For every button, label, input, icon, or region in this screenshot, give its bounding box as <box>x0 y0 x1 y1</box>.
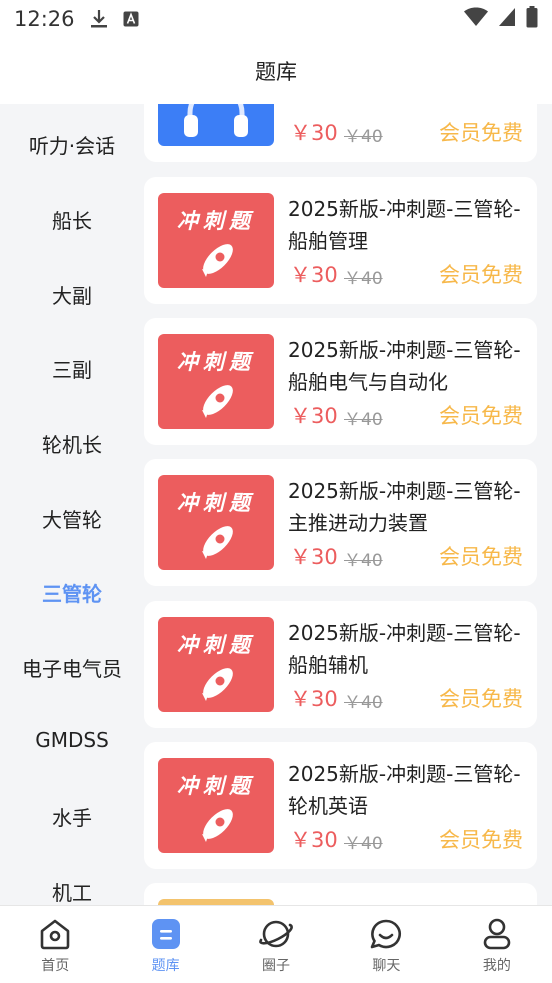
sidebar-item-eto[interactable]: 电子电气员 <box>0 653 144 682</box>
page-title: 题库 <box>255 60 297 84</box>
member-free-label: 会员免费 <box>439 828 523 852</box>
thumbnail-caption: 冲刺题 <box>177 490 255 515</box>
tab-label: 聊天 <box>372 958 401 974</box>
status-time: 12:26 <box>14 7 75 31</box>
tab-label: 圈子 <box>262 958 291 974</box>
course-thumbnail: 冲刺题 <box>158 758 274 853</box>
chat-icon <box>371 919 402 949</box>
course-price: ￥30 <box>290 121 338 145</box>
course-price: ￥30 <box>290 828 338 852</box>
sidebar-item-third-engineer[interactable]: 三管轮 <box>0 578 144 607</box>
sidebar-item-chief-mate[interactable]: 大副 <box>0 280 144 309</box>
course-original-price: ￥40 <box>344 551 383 571</box>
sidebar-item-gmdss[interactable]: GMDSS <box>0 728 144 752</box>
course-title: 2025新版-冲刺题-三管轮-船舶管理 <box>288 197 521 253</box>
battery-icon <box>526 6 538 32</box>
course-title: 2025新版-冲刺题-三管轮-船舶电气与自动化 <box>288 338 521 394</box>
course-price: ￥30 <box>290 545 338 569</box>
course-thumbnail: 冲刺题 <box>158 617 274 712</box>
thumbnail-caption: 冲刺题 <box>177 632 255 657</box>
course-original-price: ￥40 <box>344 410 383 430</box>
member-free-label: 会员免费 <box>439 121 523 145</box>
sidebar-item-motorman[interactable]: 机工 <box>0 877 144 905</box>
course-thumbnail <box>158 104 274 146</box>
bottom-tab-bar: 首页 题库 圈子 聊天 我的 <box>0 905 552 983</box>
course-card[interactable]: ￥30 ￥40 会员免费 <box>144 104 537 162</box>
course-card[interactable]: 冲刺题 2025新版-冲刺题-三管轮-主推进动力装置 ￥30 ￥40 会员免费 <box>144 459 537 586</box>
member-free-label: 会员免费 <box>439 687 523 711</box>
course-thumbnail: 冲刺题 <box>158 193 274 288</box>
course-card[interactable]: 冲刺题 2025新版-冲刺题-三管轮-船舶电气与自动化 ￥30 ￥40 会员免费 <box>144 318 537 445</box>
course-card[interactable] <box>144 883 537 905</box>
rocket-icon <box>202 809 233 842</box>
tab-label: 题库 <box>151 958 180 974</box>
course-title: 2025新版-冲刺题-三管轮-船舶辅机 <box>288 621 521 677</box>
course-title: 2025新版-冲刺题-三管轮-轮机英语 <box>288 762 521 818</box>
home-icon <box>40 919 70 950</box>
tab-label: 我的 <box>482 958 511 974</box>
font-app-icon <box>121 9 141 29</box>
app-bar: 题库 <box>0 38 552 104</box>
tab-circle[interactable]: 圈子 <box>221 906 331 983</box>
course-card[interactable]: 冲刺题 2025新版-冲刺题-三管轮-轮机英语 ￥30 ￥40 会员免费 <box>144 742 537 869</box>
rocket-icon <box>202 526 233 559</box>
status-bar: 12:26 <box>0 0 552 38</box>
course-original-price: ￥40 <box>344 269 383 289</box>
course-card[interactable]: 冲刺题 2025新版-冲刺题-三管轮-船舶辅机 ￥30 ￥40 会员免费 <box>144 601 537 728</box>
sidebar-item-second-engineer[interactable]: 大管轮 <box>0 504 144 533</box>
sidebar-item-sailor[interactable]: 水手 <box>0 802 144 831</box>
sidebar-item-listening[interactable]: 听力·会话 <box>0 130 144 159</box>
planet-icon <box>259 920 293 948</box>
course-price: ￥30 <box>290 263 338 287</box>
thumbnail-caption: 冲刺题 <box>177 208 255 233</box>
tab-label: 首页 <box>41 958 70 974</box>
headphones-icon <box>184 104 248 137</box>
question-bank-icon <box>151 919 180 949</box>
sidebar-item-third-mate[interactable]: 三副 <box>0 354 144 383</box>
main-content: 听力·会话 船长 大副 三副 轮机长 大管轮 三管轮 电子电气员 GMDSS 水… <box>0 104 552 905</box>
sidebar-item-captain[interactable]: 船长 <box>0 205 144 234</box>
tab-profile[interactable]: 我的 <box>442 906 552 983</box>
course-original-price: ￥40 <box>344 834 383 854</box>
course-card[interactable]: 冲刺题 2025新版-冲刺题-三管轮-船舶管理 ￥30 ￥40 会员免费 <box>144 177 537 304</box>
course-title: 2025新版-冲刺题-三管轮-主推进动力装置 <box>288 479 521 535</box>
course-thumbnail: 冲刺题 <box>158 475 274 570</box>
course-original-price: ￥40 <box>344 693 383 713</box>
category-sidebar[interactable]: 听力·会话 船长 大副 三副 轮机长 大管轮 三管轮 电子电气员 GMDSS 水… <box>0 104 144 905</box>
rocket-icon <box>202 668 233 701</box>
rocket-icon <box>202 244 233 277</box>
signal-icon <box>498 7 516 31</box>
download-icon <box>89 9 109 29</box>
thumbnail-caption: 冲刺题 <box>177 349 255 374</box>
member-free-label: 会员免费 <box>439 263 523 287</box>
sidebar-item-chief-engineer[interactable]: 轮机长 <box>0 429 144 458</box>
wifi-icon <box>464 7 488 31</box>
course-list[interactable]: ￥30 ￥40 会员免费 冲刺题 2025新版-冲刺题-三管轮-船舶管理 ￥30… <box>144 104 552 905</box>
course-thumbnail: 冲刺题 <box>158 334 274 429</box>
member-free-label: 会员免费 <box>439 545 523 569</box>
course-price: ￥30 <box>290 404 338 428</box>
tab-home[interactable]: 首页 <box>0 906 110 983</box>
course-original-price: ￥40 <box>344 127 383 147</box>
thumbnail-caption: 冲刺题 <box>177 773 255 798</box>
member-free-label: 会员免费 <box>439 404 523 428</box>
tab-chat[interactable]: 聊天 <box>331 906 441 983</box>
tab-question-bank[interactable]: 题库 <box>110 906 220 983</box>
course-price: ￥30 <box>290 687 338 711</box>
rocket-icon <box>202 385 233 418</box>
profile-icon <box>483 918 511 950</box>
